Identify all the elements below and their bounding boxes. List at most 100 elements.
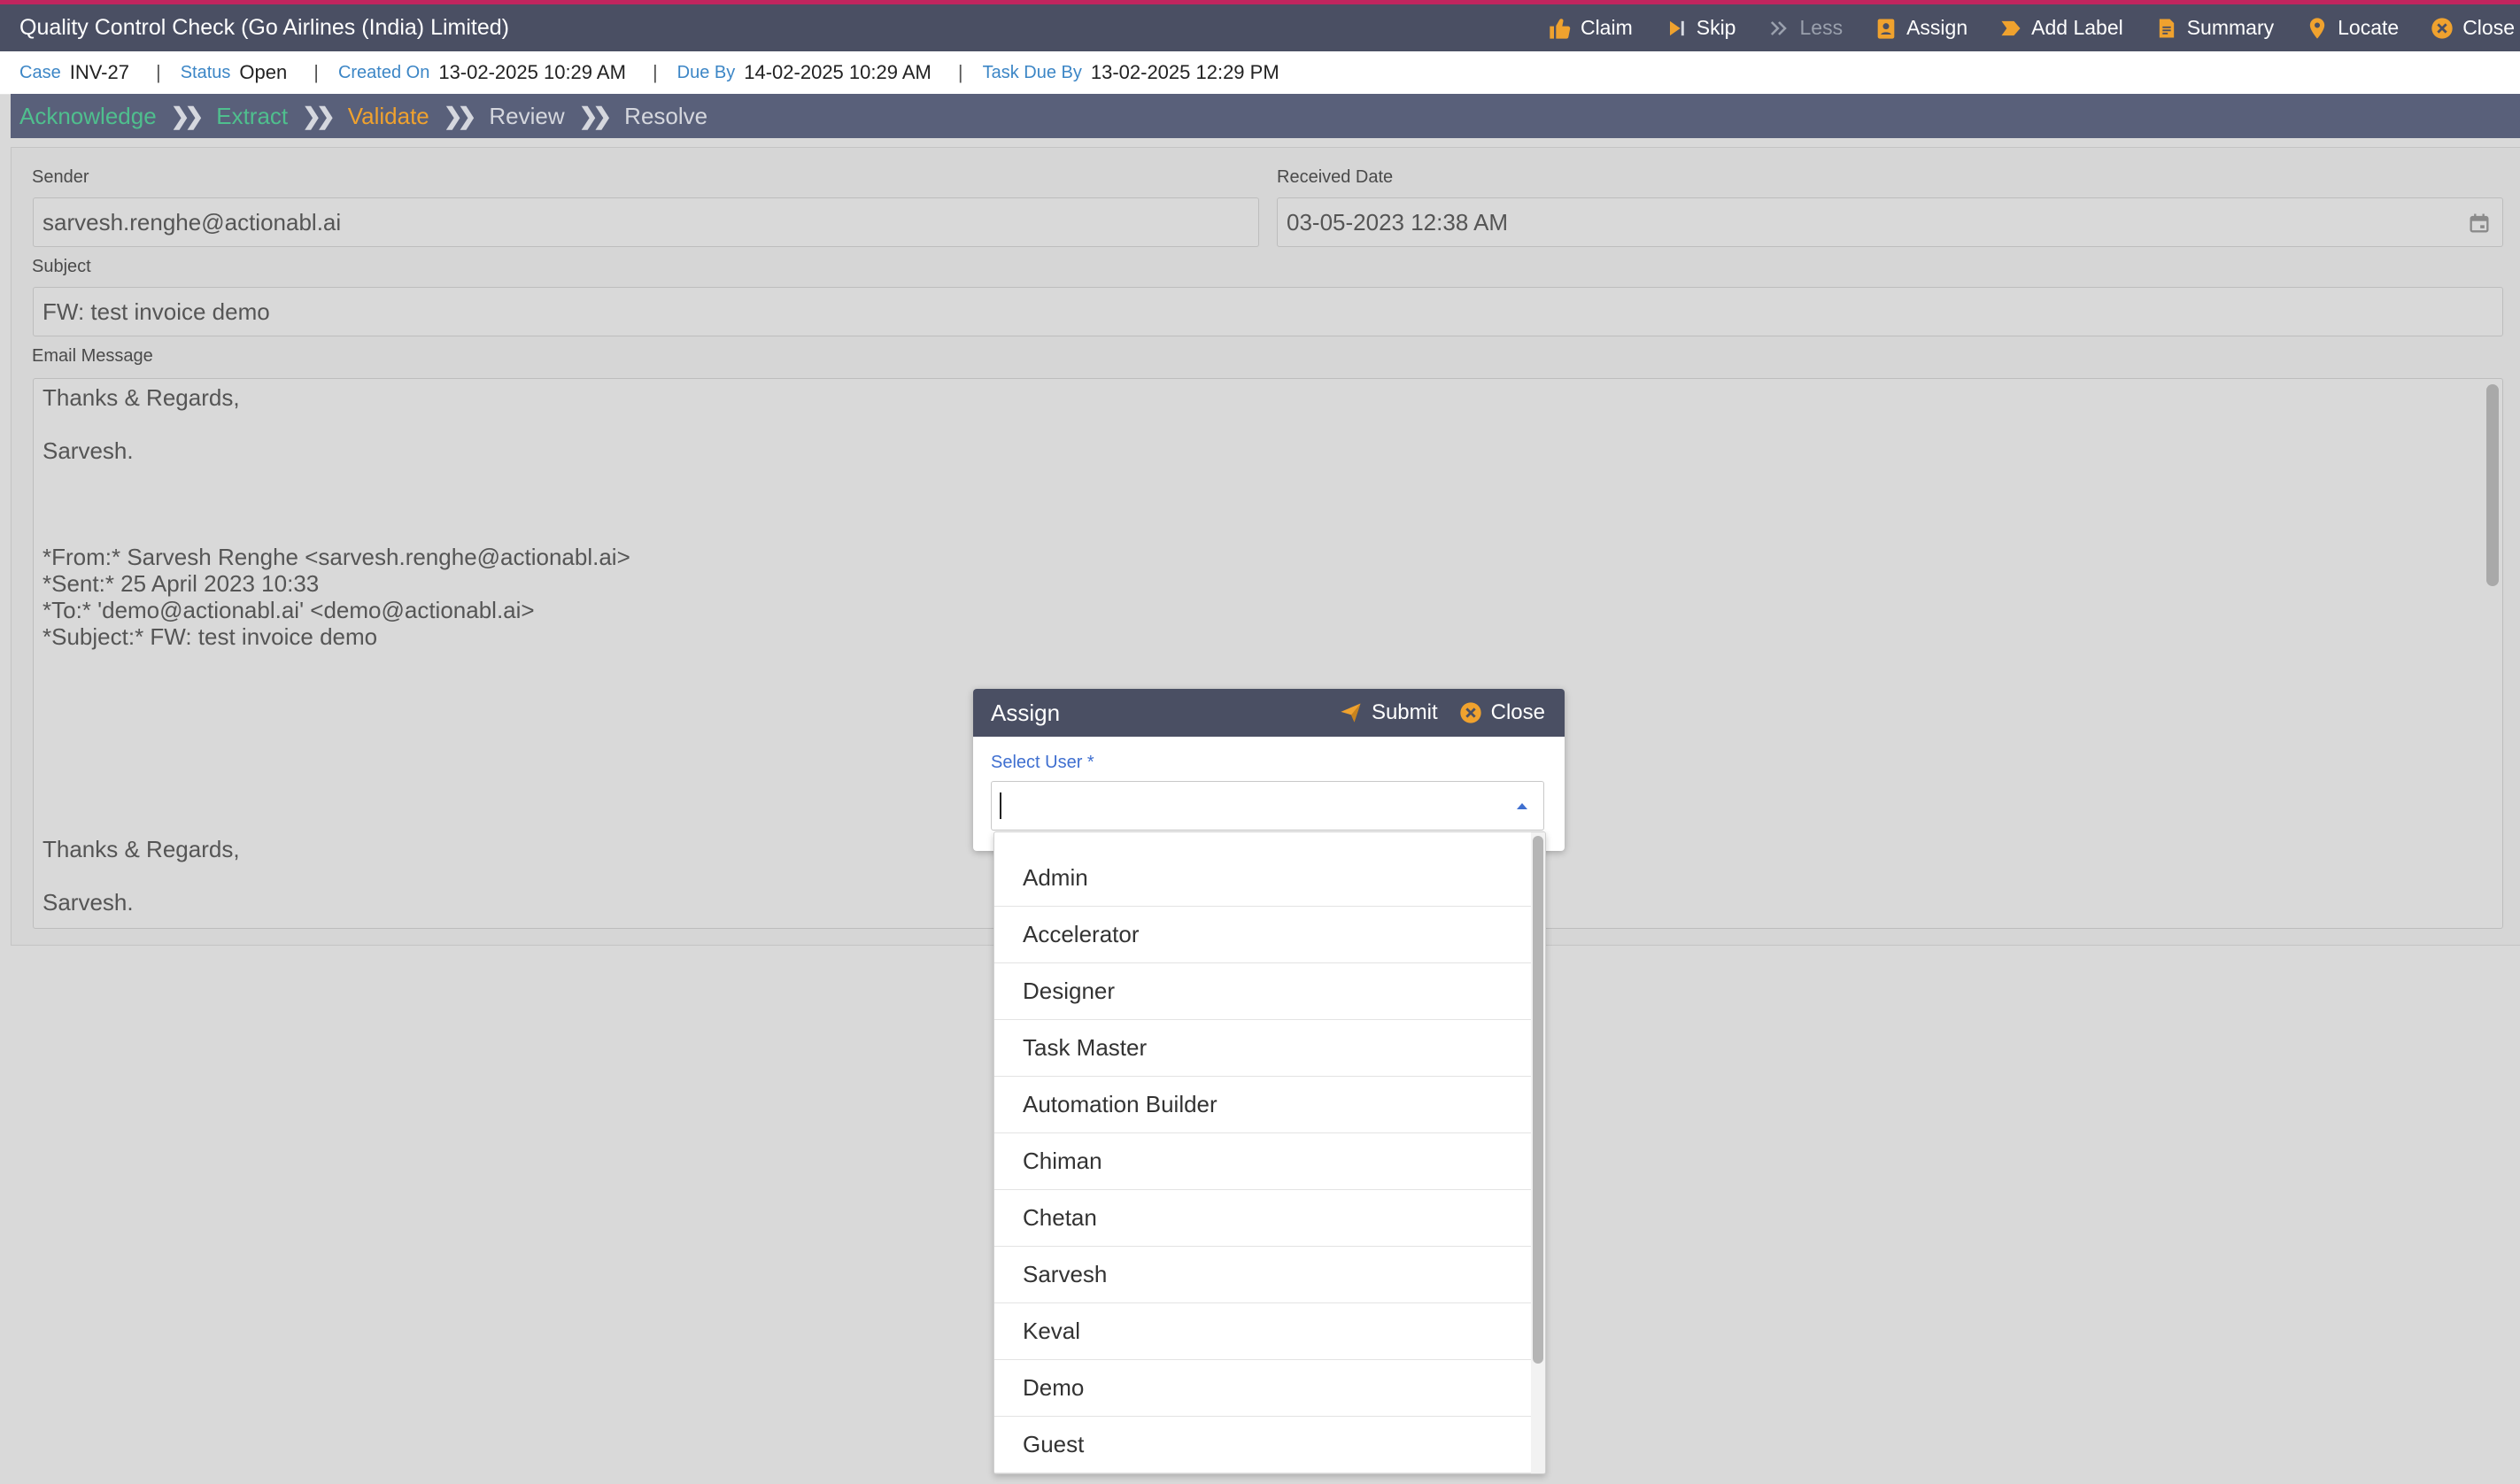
calendar-icon[interactable] [2467, 211, 2492, 236]
subject-value: FW: test invoice demo [43, 298, 270, 325]
user-dropdown-list: Admin Accelerator Designer Task Master A… [993, 831, 1546, 1474]
select-user-input[interactable] [991, 781, 1544, 831]
option-sarvesh[interactable]: Sarvesh [994, 1247, 1531, 1303]
close-circle-icon [2429, 15, 2455, 42]
status-value: Open [239, 61, 288, 83]
summary-icon [2153, 15, 2180, 42]
due-by-label: Due By [676, 62, 736, 82]
assign-dialog: Assign Submit Close Select User * [973, 689, 1565, 851]
case-meta-bar: Case INV-27 | Status Open | Created On 1… [0, 51, 2520, 95]
assign-badge-icon [1873, 15, 1899, 42]
option-chiman[interactable]: Chiman [994, 1133, 1531, 1190]
summary-button[interactable]: Summary [2153, 15, 2274, 42]
status-label: Status [180, 62, 231, 82]
thumbs-up-icon [1547, 15, 1573, 42]
step-extract[interactable]: Extract [216, 103, 288, 130]
message-line: *To:* 'demo@actionabl.ai' <demo@actionab… [43, 597, 535, 623]
option-demo[interactable]: Demo [994, 1360, 1531, 1417]
case-value: INV-27 [69, 61, 129, 83]
created-on-value: 13-02-2025 10:29 AM [438, 61, 626, 83]
dialog-close-label: Close [1490, 700, 1545, 724]
double-chevron-icon [1766, 15, 1792, 42]
sender-value: sarvesh.renghe@actionabl.ai [43, 208, 342, 236]
option-automation-builder[interactable]: Automation Builder [994, 1077, 1531, 1133]
option-keval[interactable]: Keval [994, 1303, 1531, 1360]
assign-button[interactable]: Assign [1873, 15, 1967, 42]
locate-button[interactable]: Locate [2304, 15, 2399, 42]
toolbar: Claim Skip Less Assign Add Label Summary… [1547, 4, 2520, 51]
submit-label: Submit [1371, 700, 1438, 724]
due-by-value: 14-02-2025 10:29 AM [744, 61, 931, 83]
option-designer[interactable]: Designer [994, 963, 1531, 1020]
option-task-master[interactable]: Task Master [994, 1020, 1531, 1077]
chevron-right-icon: ❯❯ [302, 102, 335, 129]
dropdown-scrollbar-thumb[interactable] [1533, 836, 1543, 1364]
less-label: Less [1799, 16, 1844, 39]
dialog-close-button[interactable]: Close [1457, 699, 1545, 726]
subject-label: Subject [32, 257, 91, 276]
skip-button[interactable]: Skip [1663, 15, 1736, 42]
add-label-button[interactable]: Add Label [1998, 15, 2123, 42]
text-cursor [1000, 792, 1001, 819]
workflow-steps: Acknowledge ❯❯ Extract ❯❯ Validate ❯❯ Re… [11, 94, 2520, 138]
send-icon [1338, 699, 1364, 726]
close-circle-icon [1457, 699, 1484, 726]
option-accelerator[interactable]: Accelerator [994, 907, 1531, 963]
dialog-header: Assign Submit Close [973, 689, 1565, 737]
option-admin[interactable]: Admin [994, 850, 1531, 907]
sender-field[interactable]: sarvesh.renghe@actionabl.ai [33, 197, 1259, 247]
assign-label: Assign [1906, 16, 1968, 39]
claim-button[interactable]: Claim [1547, 15, 1633, 42]
claim-label: Claim [1580, 16, 1633, 39]
meta-separator: | [155, 61, 161, 83]
title-bar: Quality Control Check (Go Airlines (Indi… [0, 4, 2520, 51]
message-line: *Sent:* 25 April 2023 10:33 [43, 570, 320, 597]
message-line: Thanks & Regards, [43, 836, 240, 862]
received-date-value: 03-05-2023 12:38 AM [1287, 208, 1509, 236]
meta-separator: | [652, 61, 658, 83]
skip-icon [1663, 15, 1689, 42]
page-title: Quality Control Check (Go Airlines (Indi… [19, 15, 509, 40]
caret-up-icon[interactable] [1517, 803, 1527, 809]
option-guest[interactable]: Guest [994, 1417, 1531, 1473]
subject-field[interactable]: FW: test invoice demo [33, 287, 2503, 336]
locate-label: Locate [2338, 16, 2400, 39]
close-button[interactable]: Close [2429, 15, 2515, 42]
received-date-label: Received Date [1277, 167, 1394, 187]
dropdown-options: Admin Accelerator Designer Task Master A… [994, 850, 1531, 1473]
close-label: Close [2462, 16, 2515, 39]
received-date-field[interactable]: 03-05-2023 12:38 AM [1277, 197, 2503, 247]
message-line: *From:* Sarvesh Renghe <sarvesh.renghe@a… [43, 544, 630, 570]
chevron-right-icon: ❯❯ [443, 102, 476, 129]
less-button[interactable]: Less [1766, 15, 1843, 42]
step-resolve[interactable]: Resolve [624, 103, 707, 130]
chevron-right-icon: ❯❯ [170, 102, 204, 129]
message-line: Sarvesh. [43, 889, 134, 916]
case-label: Case [19, 62, 61, 82]
message-line: Sarvesh. [43, 437, 134, 464]
skip-label: Skip [1696, 16, 1736, 39]
summary-label: Summary [2186, 16, 2275, 39]
submit-button[interactable]: Submit [1338, 699, 1438, 726]
step-validate[interactable]: Validate [348, 103, 429, 130]
task-due-by-label: Task Due By [982, 62, 1082, 82]
chevron-right-icon: ❯❯ [578, 102, 612, 129]
dropdown-scrollbar-track[interactable] [1531, 832, 1545, 1473]
location-pin-icon [2304, 15, 2331, 42]
step-acknowledge[interactable]: Acknowledge [19, 103, 157, 130]
task-due-by-value: 13-02-2025 12:29 PM [1090, 61, 1279, 83]
message-scrollbar[interactable] [2486, 384, 2499, 586]
email-message-label: Email Message [32, 346, 153, 366]
meta-separator: | [313, 61, 319, 83]
message-line: Thanks & Regards, [43, 384, 240, 411]
meta-separator: | [957, 61, 963, 83]
select-user-label: Select User * [991, 753, 1094, 772]
step-review[interactable]: Review [489, 103, 564, 130]
message-line: *Subject:* FW: test invoice demo [43, 623, 378, 650]
label-icon [1998, 15, 2024, 42]
option-chetan[interactable]: Chetan [994, 1190, 1531, 1247]
add-label-label: Add Label [2031, 16, 2123, 39]
created-on-label: Created On [337, 62, 430, 82]
sender-label: Sender [32, 167, 89, 187]
dialog-title: Assign [991, 699, 1061, 726]
